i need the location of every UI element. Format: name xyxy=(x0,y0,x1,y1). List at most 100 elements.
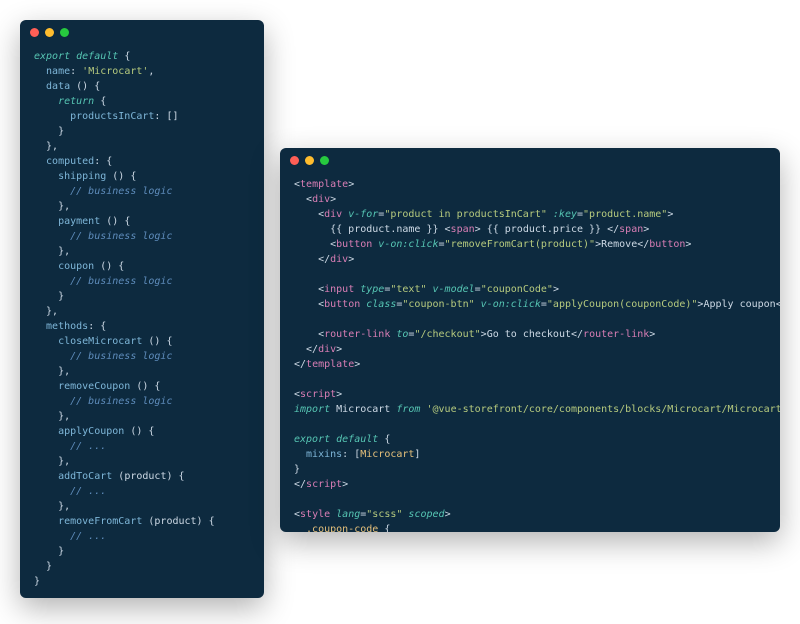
code-token: }, xyxy=(34,411,70,422)
code-token: : [ xyxy=(342,449,360,460)
code-token: > xyxy=(354,359,360,370)
code-token: Microcart xyxy=(330,404,396,415)
code-token: v-on:click xyxy=(475,299,541,310)
code-token: template xyxy=(306,359,354,370)
close-icon[interactable] xyxy=(290,156,299,165)
code-token: v-model xyxy=(426,284,474,295)
minimize-icon[interactable] xyxy=(305,156,314,165)
code-token: router-link xyxy=(324,329,390,340)
code-token: name xyxy=(34,66,70,77)
code-token: "applyCoupon(couponCode)" xyxy=(547,299,698,310)
maximize-icon[interactable] xyxy=(320,156,329,165)
code-token: {{ product.price }} xyxy=(481,224,607,235)
code-token: () { xyxy=(124,426,154,437)
code-token: script xyxy=(306,479,342,490)
code-token: { xyxy=(118,51,130,62)
code-token: Remove xyxy=(601,239,637,250)
code-token: { xyxy=(378,434,390,445)
code-token: lang xyxy=(330,509,360,520)
code-token: Apply coupon xyxy=(703,299,775,310)
code-token: </ xyxy=(294,254,330,265)
code-token: (product) { xyxy=(112,471,184,482)
code-token: scoped xyxy=(402,509,444,520)
code-token: > xyxy=(348,179,354,190)
code-content-left: export default { name: 'Microcart', data… xyxy=(20,45,264,598)
code-token: .coupon-code xyxy=(294,524,378,532)
code-token: } xyxy=(34,291,64,302)
code-token: > xyxy=(330,194,336,205)
code-token: methods xyxy=(34,321,88,332)
code-token: :key xyxy=(547,209,577,220)
code-token: "scss" xyxy=(366,509,402,520)
code-token: Go to checkout xyxy=(487,329,571,340)
code-token: style xyxy=(300,509,330,520)
code-token: ] xyxy=(414,449,420,460)
code-token: "/checkout" xyxy=(414,329,480,340)
code-window-right: <template> <div> <div v-for="product in … xyxy=(280,148,780,532)
close-icon[interactable] xyxy=(30,28,39,37)
code-token: }, xyxy=(34,141,58,152)
code-token: } xyxy=(294,464,300,475)
code-token: removeFromCart xyxy=(34,516,142,527)
code-token: // business logic xyxy=(34,396,172,407)
code-token: template xyxy=(300,179,348,190)
code-token: input xyxy=(324,284,354,295)
code-token: // ... xyxy=(34,531,106,542)
code-token: button xyxy=(324,299,360,310)
code-token: </ xyxy=(294,344,318,355)
code-token: }, xyxy=(34,501,70,512)
code-token: }, xyxy=(34,306,58,317)
code-token: {{ product.name }} xyxy=(294,224,445,235)
code-token: () { xyxy=(130,381,160,392)
code-token: } xyxy=(34,546,64,557)
code-token: // business logic xyxy=(34,276,172,287)
code-token: : { xyxy=(88,321,106,332)
code-token: '@vue-storefront/core/components/blocks/… xyxy=(426,404,780,415)
code-token: // ... xyxy=(34,486,106,497)
code-token: span xyxy=(451,224,475,235)
code-token: closeMicrocart xyxy=(34,336,142,347)
code-token: v-for xyxy=(342,209,378,220)
code-token: "product.name" xyxy=(583,209,667,220)
code-token: < xyxy=(294,284,324,295)
code-token: > xyxy=(336,344,342,355)
code-token: div xyxy=(318,344,336,355)
code-token: shipping xyxy=(34,171,106,182)
code-token: 'Microcart' xyxy=(82,66,148,77)
code-token: > xyxy=(643,224,649,235)
code-token: > xyxy=(348,254,354,265)
code-token: } xyxy=(34,561,52,572)
code-token: }, xyxy=(34,201,70,212)
code-token: span xyxy=(619,224,643,235)
code-token: coupon xyxy=(34,261,94,272)
code-token: < xyxy=(294,209,324,220)
code-token: > xyxy=(685,239,691,250)
code-token: payment xyxy=(34,216,100,227)
code-token: </ xyxy=(776,299,780,310)
code-token: productsInCart xyxy=(34,111,154,122)
maximize-icon[interactable] xyxy=(60,28,69,37)
code-token: from xyxy=(396,404,420,415)
code-token: "removeFromCart(product)" xyxy=(445,239,596,250)
code-token: , xyxy=(148,66,154,77)
code-token: // ... xyxy=(34,441,106,452)
code-window-left: export default { name: 'Microcart', data… xyxy=(20,20,264,598)
code-token: </ xyxy=(294,359,306,370)
code-token: data xyxy=(34,81,70,92)
code-token: v-on:click xyxy=(372,239,438,250)
code-token: return xyxy=(34,96,94,107)
code-token: }, xyxy=(34,366,70,377)
code-token: { xyxy=(94,96,106,107)
code-token: : [] xyxy=(154,111,178,122)
code-token: < xyxy=(294,239,336,250)
code-token: </ xyxy=(571,329,583,340)
code-token: </ xyxy=(294,479,306,490)
code-token: > xyxy=(342,479,348,490)
code-token: > xyxy=(445,509,451,520)
code-token: export default xyxy=(34,51,118,62)
code-token: }, xyxy=(34,246,70,257)
code-token: () { xyxy=(100,216,130,227)
code-token: < xyxy=(294,299,324,310)
minimize-icon[interactable] xyxy=(45,28,54,37)
code-token: button xyxy=(336,239,372,250)
